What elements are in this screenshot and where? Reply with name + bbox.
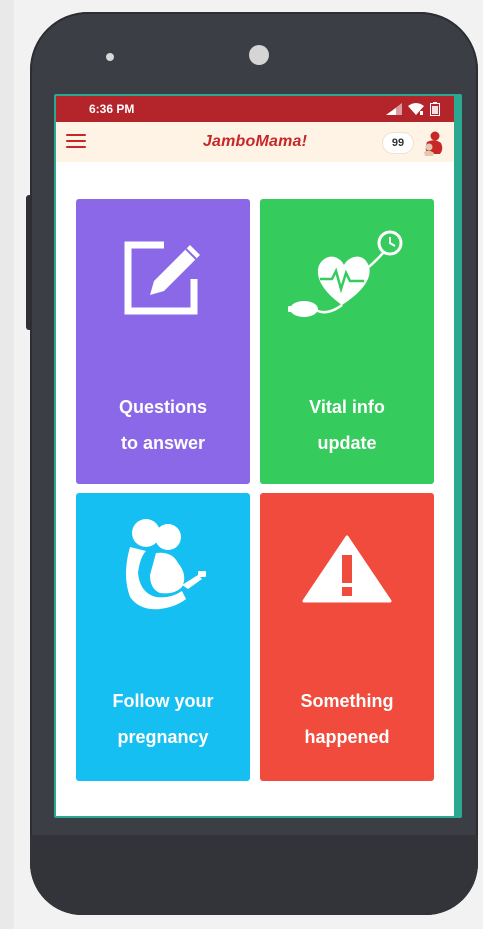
follow-pregnancy-tile[interactable]: Follow your pregnancy bbox=[76, 493, 250, 781]
follow-pregnancy-tile-line2: pregnancy bbox=[117, 727, 209, 747]
app-screen: 6:36 PM JamboMama! 99 Questions to answe… bbox=[56, 96, 454, 816]
questions-tile-line1: Questions bbox=[118, 397, 207, 417]
signal-icon bbox=[386, 103, 402, 115]
vital-info-tile-line2: update bbox=[317, 433, 377, 453]
something-happened-tile[interactable]: Something happened bbox=[260, 493, 434, 781]
questions-tile-line2: to answer bbox=[120, 433, 206, 453]
status-bar: 6:36 PM bbox=[56, 96, 454, 122]
vital-info-tile[interactable]: Vital info update bbox=[260, 199, 434, 484]
battery-icon bbox=[430, 102, 440, 116]
app-bar: JamboMama! 99 bbox=[56, 122, 454, 162]
blood-pressure-heart-icon bbox=[288, 230, 403, 317]
edit-icon bbox=[124, 241, 200, 315]
warning-icon bbox=[302, 535, 392, 603]
follow-pregnancy-tile-line1: Follow your bbox=[112, 691, 214, 711]
mother-avatar-icon[interactable] bbox=[421, 130, 445, 156]
status-time: 6:36 PM bbox=[89, 102, 135, 116]
notification-badge[interactable]: 99 bbox=[383, 133, 413, 153]
pregnancy-couple-icon bbox=[126, 519, 206, 610]
phone-camera bbox=[249, 45, 269, 65]
vital-info-tile-line1: Vital info bbox=[309, 397, 385, 417]
questions-tile[interactable]: Questions to answer bbox=[76, 199, 250, 484]
something-happened-tile-line2: happened bbox=[304, 727, 390, 747]
status-icons bbox=[386, 101, 440, 117]
phone-chin bbox=[30, 835, 478, 915]
phone-sensor bbox=[106, 53, 114, 61]
something-happened-tile-line1: Something bbox=[300, 691, 394, 711]
wifi-icon bbox=[408, 103, 424, 115]
